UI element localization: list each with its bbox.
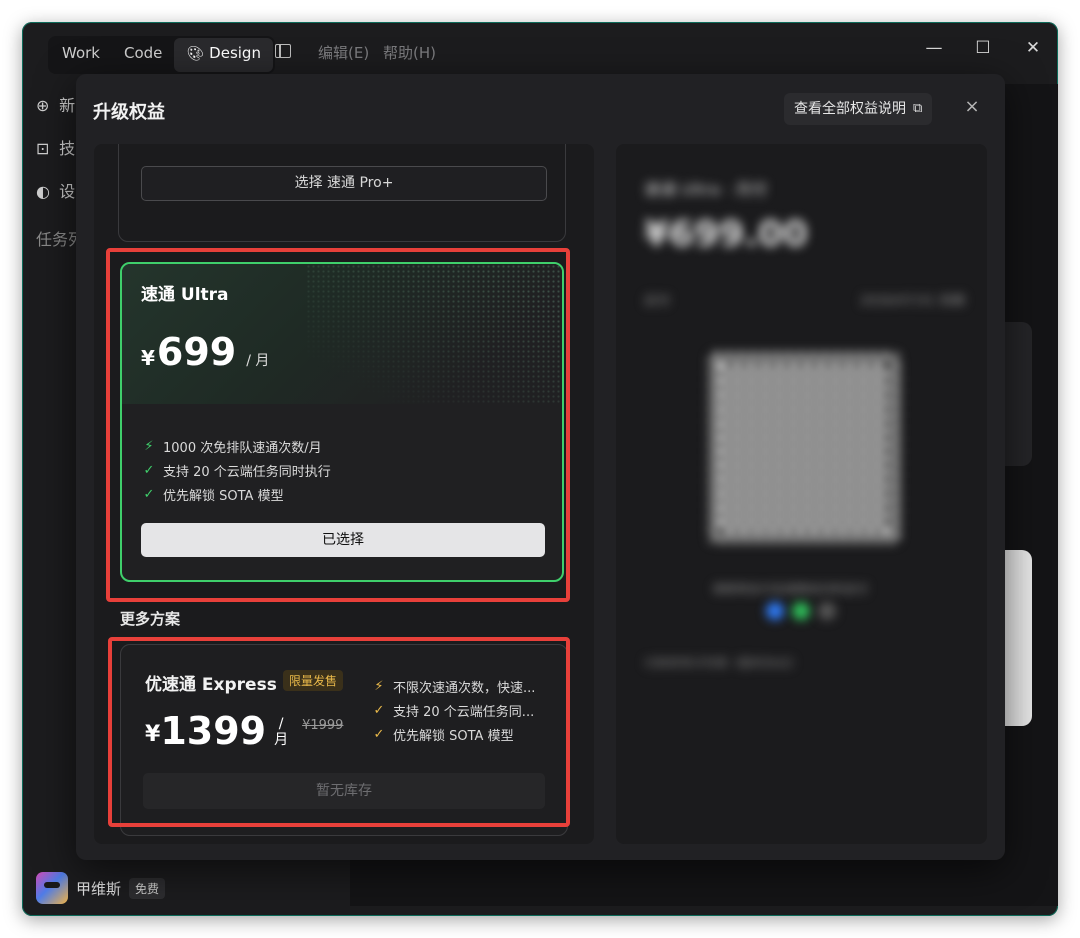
close-window-icon[interactable]: ✕ bbox=[1021, 38, 1045, 58]
plan-name: 优速通 Express bbox=[145, 675, 277, 695]
app-window: Work Code 🎨︎ Design 编辑(E) 帮助(H) — ☐ ✕ ⊕ 新… bbox=[22, 22, 1058, 916]
feature-text: 支持 20 个云端任务同时执行 bbox=[163, 465, 331, 480]
menu-edit[interactable]: 编辑(E) bbox=[318, 42, 369, 63]
settings-icon: ◐ bbox=[36, 182, 50, 201]
tab-work[interactable]: Work bbox=[50, 38, 112, 72]
menu-help[interactable]: 帮助(H) bbox=[383, 42, 436, 63]
payment-title: 速通 Ultra · 月付 bbox=[644, 180, 768, 199]
user-footer[interactable]: 甲维斯 免费 bbox=[36, 870, 166, 906]
plan-price: ¥ 699 / 月 bbox=[141, 330, 269, 374]
new-chat-icon: ⊕ bbox=[36, 96, 50, 115]
price-period: / 月 bbox=[246, 353, 270, 369]
close-icon[interactable]: × bbox=[962, 96, 982, 117]
feature-text: 1000 次免排队速通次数/月 bbox=[163, 441, 322, 456]
plan-price: ¥ 1399 /月 ¥1999 bbox=[145, 709, 343, 753]
feature-text: 优先解锁 SOTA 模型 bbox=[163, 489, 284, 504]
currency-symbol: ¥ bbox=[141, 346, 155, 370]
price-amount: 1399 bbox=[160, 709, 267, 753]
sidebar-item-settings[interactable]: ◐ 设 bbox=[36, 178, 75, 202]
view-benefits-button[interactable]: 查看全部权益说明 ⧉ bbox=[784, 93, 933, 125]
tab-code[interactable]: Code bbox=[112, 38, 174, 72]
plan-list[interactable]: 选择 速通 Pro+ 速通 Ultra ¥ 699 / 月 ⚡ 1000 次免排队… bbox=[94, 144, 594, 844]
plan-card-express[interactable]: 优速通 Express 限量发售 ¥ 1399 /月 ¥1999 ⚡ 不限次速通次… bbox=[120, 644, 568, 836]
feature-item: ✓ 支持 20 个云端任务同... bbox=[373, 701, 535, 720]
maximize-icon[interactable]: ☐ bbox=[971, 38, 995, 58]
palette-icon: 🎨︎ bbox=[186, 46, 205, 62]
price-period: / 月 bbox=[274, 716, 288, 748]
price-amount: 699 bbox=[156, 330, 237, 374]
sidebar-item-label: 新 bbox=[59, 96, 76, 115]
username: 甲维斯 bbox=[76, 879, 122, 898]
check-icon: ✓ bbox=[373, 727, 385, 742]
sidebar-item-new[interactable]: ⊕ 新 bbox=[36, 92, 75, 116]
plan-card-ultra[interactable]: 速通 Ultra ¥ 699 / 月 ⚡ 1000 次免排队速通次数/月 ✓ 支持 … bbox=[120, 262, 564, 582]
book-icon: ⊡ bbox=[36, 139, 50, 158]
payment-qr-code bbox=[708, 352, 900, 544]
currency-symbol: ¥ bbox=[145, 722, 161, 747]
sidebar-item-label: 设 bbox=[59, 182, 76, 201]
plan-badge: 免费 bbox=[129, 877, 166, 899]
out-of-stock-button: 暂无库存 bbox=[143, 773, 545, 809]
payment-note: 请使用支付宝或微信扫码支付 bbox=[712, 582, 869, 596]
tab-design-label: Design bbox=[209, 44, 261, 62]
bolt-icon: ⚡ bbox=[374, 679, 384, 694]
payment-panel: 速通 Ultra · 月付 ¥699.00 应付 2026/07/31 到期 请… bbox=[616, 144, 987, 844]
edit-icon bbox=[818, 602, 836, 620]
price-period-slash: / bbox=[278, 716, 284, 732]
payment-row-value: 2026/07/31 到期 bbox=[860, 294, 966, 309]
plan-card-proplus: 选择 速通 Pro+ bbox=[118, 144, 566, 242]
upgrade-modal: 升级权益 查看全部权益说明 ⧉ × 选择 速通 Pro+ 速通 Ultra ¥ … bbox=[76, 74, 1005, 860]
feature-text: 不限次速通次数，快速... bbox=[393, 681, 536, 696]
external-link-icon: ⧉ bbox=[913, 101, 923, 116]
feature-text: 优先解锁 SOTA 模型 bbox=[393, 729, 514, 744]
feature-item: ✓ 优先解锁 SOTA 模型 bbox=[143, 485, 284, 504]
view-benefits-label: 查看全部权益说明 bbox=[794, 101, 906, 117]
check-icon: ✓ bbox=[373, 703, 385, 718]
plan-name: 速通 Ultra bbox=[141, 285, 229, 305]
check-icon: ✓ bbox=[143, 487, 155, 502]
dot-pattern bbox=[306, 264, 562, 404]
price-period-unit: 月 bbox=[274, 732, 289, 748]
feature-item: ⚡ 不限次速通次数，快速... bbox=[373, 677, 535, 696]
sidebar-item-skills[interactable]: ⊡ 技 bbox=[36, 135, 75, 159]
more-plans-heading: 更多方案 bbox=[120, 610, 181, 628]
payment-row-label: 应付 bbox=[644, 294, 671, 309]
avatar[interactable] bbox=[36, 872, 68, 904]
feature-item: ✓ 支持 20 个云端任务同时执行 bbox=[143, 461, 331, 480]
tab-design[interactable]: 🎨︎ Design bbox=[174, 38, 273, 72]
feature-text: 支持 20 个云端任务同... bbox=[393, 705, 535, 720]
mode-switcher: Work Code 🎨︎ Design bbox=[48, 36, 275, 74]
feature-item: ✓ 优先解锁 SOTA 模型 bbox=[373, 725, 514, 744]
minimize-icon[interactable]: — bbox=[922, 38, 946, 58]
alipay-icon bbox=[766, 602, 784, 620]
bolt-icon: ⚡ bbox=[144, 439, 154, 454]
check-icon: ✓ bbox=[143, 463, 155, 478]
payment-amount: ¥699.00 bbox=[644, 214, 808, 255]
wechat-pay-icon bbox=[792, 602, 810, 620]
payment-footer: 付款即表示同意《服务协议》 bbox=[644, 656, 801, 670]
selected-button[interactable]: 已选择 bbox=[141, 523, 545, 557]
select-proplus-button[interactable]: 选择 速通 Pro+ bbox=[141, 166, 547, 201]
limited-badge: 限量发售 bbox=[283, 670, 344, 691]
original-price: ¥1999 bbox=[302, 718, 344, 733]
sidebar-toggle-icon[interactable] bbox=[275, 44, 291, 58]
sidebar-item-label: 技 bbox=[59, 139, 76, 158]
qr-pattern bbox=[720, 364, 888, 532]
modal-title: 升级权益 bbox=[93, 102, 165, 123]
feature-item: ⚡ 1000 次免排队速通次数/月 bbox=[143, 437, 322, 456]
